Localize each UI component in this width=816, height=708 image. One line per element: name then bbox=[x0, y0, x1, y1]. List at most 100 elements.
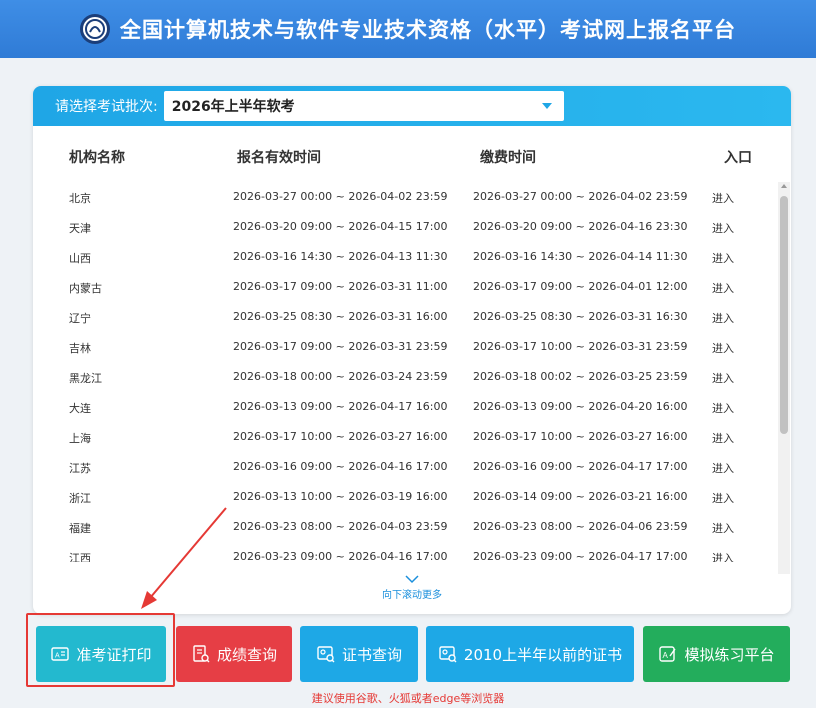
certificate-search-icon bbox=[317, 646, 335, 663]
certificate-search-icon bbox=[439, 646, 457, 663]
column-header-institution: 机构名称 bbox=[69, 150, 125, 166]
table-scrollbar[interactable] bbox=[778, 182, 790, 574]
enter-link[interactable]: 进入 bbox=[712, 460, 734, 476]
institution-name: 山西 bbox=[69, 252, 91, 265]
table-row: 上海 2026-03-17 10:00 ~ 2026-03-27 16:00 2… bbox=[33, 422, 773, 452]
table-row: 大连 2026-03-13 09:00 ~ 2026-04-17 16:00 2… bbox=[33, 392, 773, 422]
column-header-registration-time: 报名有效时间 bbox=[237, 150, 321, 166]
table-row: 吉林 2026-03-17 09:00 ~ 2026-03-31 23:59 2… bbox=[33, 332, 773, 362]
batch-selector-bar: 请选择考试批次: 2026年上半年软考 bbox=[33, 86, 791, 126]
table-row: 天津 2026-03-20 09:00 ~ 2026-04-15 17:00 2… bbox=[33, 212, 773, 242]
enter-link[interactable]: 进入 bbox=[712, 370, 734, 386]
institution-name: 黑龙江 bbox=[69, 372, 102, 385]
table-row: 山西 2026-03-16 14:30 ~ 2026-04-13 11:30 2… bbox=[33, 242, 773, 272]
institution-name: 北京 bbox=[69, 192, 91, 205]
table-row: 北京 2026-03-27 00:00 ~ 2026-04-02 23:59 2… bbox=[33, 182, 773, 212]
scroll-more-text: 向下滚动更多 bbox=[382, 590, 442, 601]
registration-time: 2026-03-25 08:30 ~ 2026-03-31 16:00 bbox=[233, 310, 448, 323]
browser-recommendation: 建议使用谷歌、火狐或者edge等浏览器 bbox=[311, 692, 505, 705]
table-row: 浙江 2026-03-13 10:00 ~ 2026-03-19 16:00 2… bbox=[33, 482, 773, 512]
registration-time: 2026-03-17 09:00 ~ 2026-03-31 11:00 bbox=[233, 280, 448, 293]
payment-time: 2026-03-16 09:00 ~ 2026-04-17 17:00 bbox=[473, 460, 688, 473]
chevron-down-icon bbox=[405, 575, 419, 584]
institution-name: 大连 bbox=[69, 402, 91, 415]
score-query-button[interactable]: 成绩查询 bbox=[176, 626, 292, 682]
institution-name: 福建 bbox=[69, 522, 91, 535]
registration-time: 2026-03-13 09:00 ~ 2026-04-17 16:00 bbox=[233, 400, 448, 413]
enter-link[interactable]: 进入 bbox=[712, 220, 734, 236]
enter-link[interactable]: 进入 bbox=[712, 490, 734, 506]
institution-name: 上海 bbox=[69, 432, 91, 445]
enter-link[interactable]: 进入 bbox=[712, 340, 734, 356]
registration-time: 2026-03-18 00:00 ~ 2026-03-24 23:59 bbox=[233, 370, 448, 383]
score-query-label: 成绩查询 bbox=[216, 645, 277, 664]
payment-time: 2026-03-25 08:30 ~ 2026-03-31 16:30 bbox=[473, 310, 688, 323]
payment-time: 2026-03-20 09:00 ~ 2026-04-16 23:30 bbox=[473, 220, 688, 233]
site-header: 全国计算机技术与软件专业技术资格（水平）考试网上报名平台 bbox=[0, 0, 816, 58]
enter-link[interactable]: 进入 bbox=[712, 550, 734, 562]
registration-time: 2026-03-27 00:00 ~ 2026-04-02 23:59 bbox=[233, 190, 448, 203]
institution-name: 天津 bbox=[69, 222, 91, 235]
simulation-practice-button[interactable]: A 模拟练习平台 bbox=[643, 626, 790, 682]
registration-time: 2026-03-13 10:00 ~ 2026-03-19 16:00 bbox=[233, 490, 448, 503]
payment-time: 2026-03-17 09:00 ~ 2026-04-01 12:00 bbox=[473, 280, 688, 293]
exam-batch-card: 请选择考试批次: 2026年上半年软考 机构名称 报名有效时间 缴费时间 入口 … bbox=[33, 86, 791, 614]
payment-time: 2026-03-13 09:00 ~ 2026-04-20 16:00 bbox=[473, 400, 688, 413]
enter-link[interactable]: 进入 bbox=[712, 280, 734, 296]
table-row: 江苏 2026-03-16 09:00 ~ 2026-04-16 17:00 2… bbox=[33, 452, 773, 482]
table-row: 江西 2026-03-23 09:00 ~ 2026-04-16 17:00 2… bbox=[33, 542, 773, 562]
payment-time: 2026-03-27 00:00 ~ 2026-04-02 23:59 bbox=[473, 190, 688, 203]
enter-link[interactable]: 进入 bbox=[712, 250, 734, 266]
payment-time: 2026-03-16 14:30 ~ 2026-04-14 11:30 bbox=[473, 250, 688, 263]
registration-time: 2026-03-16 09:00 ~ 2026-04-16 17:00 bbox=[233, 460, 448, 473]
document-search-icon bbox=[193, 645, 210, 663]
registration-time: 2026-03-17 09:00 ~ 2026-03-31 23:59 bbox=[233, 340, 448, 353]
table-row: 黑龙江 2026-03-18 00:00 ~ 2026-03-24 23:59 … bbox=[33, 362, 773, 392]
enter-link[interactable]: 进入 bbox=[712, 190, 734, 206]
certificate-query-button[interactable]: 证书查询 bbox=[300, 626, 418, 682]
exam-logo-icon bbox=[80, 14, 110, 44]
batch-selector-label: 请选择考试批次: bbox=[55, 99, 158, 115]
institution-name: 内蒙古 bbox=[69, 282, 102, 295]
institution-name: 吉林 bbox=[69, 342, 91, 355]
institution-name: 浙江 bbox=[69, 492, 91, 505]
registration-time: 2026-03-20 09:00 ~ 2026-04-15 17:00 bbox=[233, 220, 448, 233]
enter-link[interactable]: 进入 bbox=[712, 400, 734, 416]
chevron-down-icon bbox=[541, 103, 552, 109]
institution-name: 江西 bbox=[69, 552, 91, 562]
batch-select-value: 2026年上半年软考 bbox=[171, 99, 295, 115]
payment-time: 2026-03-14 09:00 ~ 2026-03-21 16:00 bbox=[473, 490, 688, 503]
table-row: 福建 2026-03-23 08:00 ~ 2026-04-03 23:59 2… bbox=[33, 512, 773, 542]
enter-link[interactable]: 进入 bbox=[712, 430, 734, 446]
institution-table: 北京 2026-03-27 00:00 ~ 2026-04-02 23:59 2… bbox=[33, 182, 791, 562]
certificate-query-label: 证书查询 bbox=[341, 645, 402, 664]
highlight-box bbox=[26, 613, 175, 687]
registration-time: 2026-03-23 08:00 ~ 2026-04-03 23:59 bbox=[233, 520, 448, 533]
batch-select[interactable]: 2026年上半年软考 bbox=[163, 91, 564, 121]
registration-time: 2026-03-17 10:00 ~ 2026-03-27 16:00 bbox=[233, 430, 448, 443]
old-certificate-button[interactable]: 2010上半年以前的证书 bbox=[426, 626, 634, 682]
scroll-up-arrow-icon[interactable] bbox=[781, 184, 787, 188]
institution-name: 江苏 bbox=[69, 462, 91, 475]
enter-link[interactable]: 进入 bbox=[712, 310, 734, 326]
simulation-practice-label: 模拟练习平台 bbox=[684, 645, 775, 664]
column-header-entry: 入口 bbox=[724, 150, 752, 166]
edit-practice-icon: A bbox=[659, 646, 677, 662]
scroll-more-hint[interactable]: 向下滚动更多 bbox=[33, 574, 791, 601]
svg-text:A: A bbox=[663, 651, 669, 660]
old-certificate-label: 2010上半年以前的证书 bbox=[463, 645, 623, 664]
table-row: 内蒙古 2026-03-17 09:00 ~ 2026-03-31 11:00 … bbox=[33, 272, 773, 302]
payment-time: 2026-03-23 09:00 ~ 2026-04-17 17:00 bbox=[473, 550, 688, 562]
column-header-payment-time: 缴费时间 bbox=[480, 150, 536, 166]
table-row: 辽宁 2026-03-25 08:30 ~ 2026-03-31 16:00 2… bbox=[33, 302, 773, 332]
registration-time: 2026-03-16 14:30 ~ 2026-04-13 11:30 bbox=[233, 250, 448, 263]
payment-time: 2026-03-18 00:02 ~ 2026-03-25 23:59 bbox=[473, 370, 688, 383]
scroll-thumb[interactable] bbox=[780, 196, 788, 434]
enter-link[interactable]: 进入 bbox=[712, 520, 734, 536]
page-title: 全国计算机技术与软件专业技术资格（水平）考试网上报名平台 bbox=[120, 18, 736, 42]
institution-name: 辽宁 bbox=[69, 312, 91, 325]
payment-time: 2026-03-17 10:00 ~ 2026-03-27 16:00 bbox=[473, 430, 688, 443]
payment-time: 2026-03-23 08:00 ~ 2026-04-06 23:59 bbox=[473, 520, 688, 533]
registration-time: 2026-03-23 09:00 ~ 2026-04-16 17:00 bbox=[233, 550, 448, 562]
payment-time: 2026-03-17 10:00 ~ 2026-03-31 23:59 bbox=[473, 340, 688, 353]
